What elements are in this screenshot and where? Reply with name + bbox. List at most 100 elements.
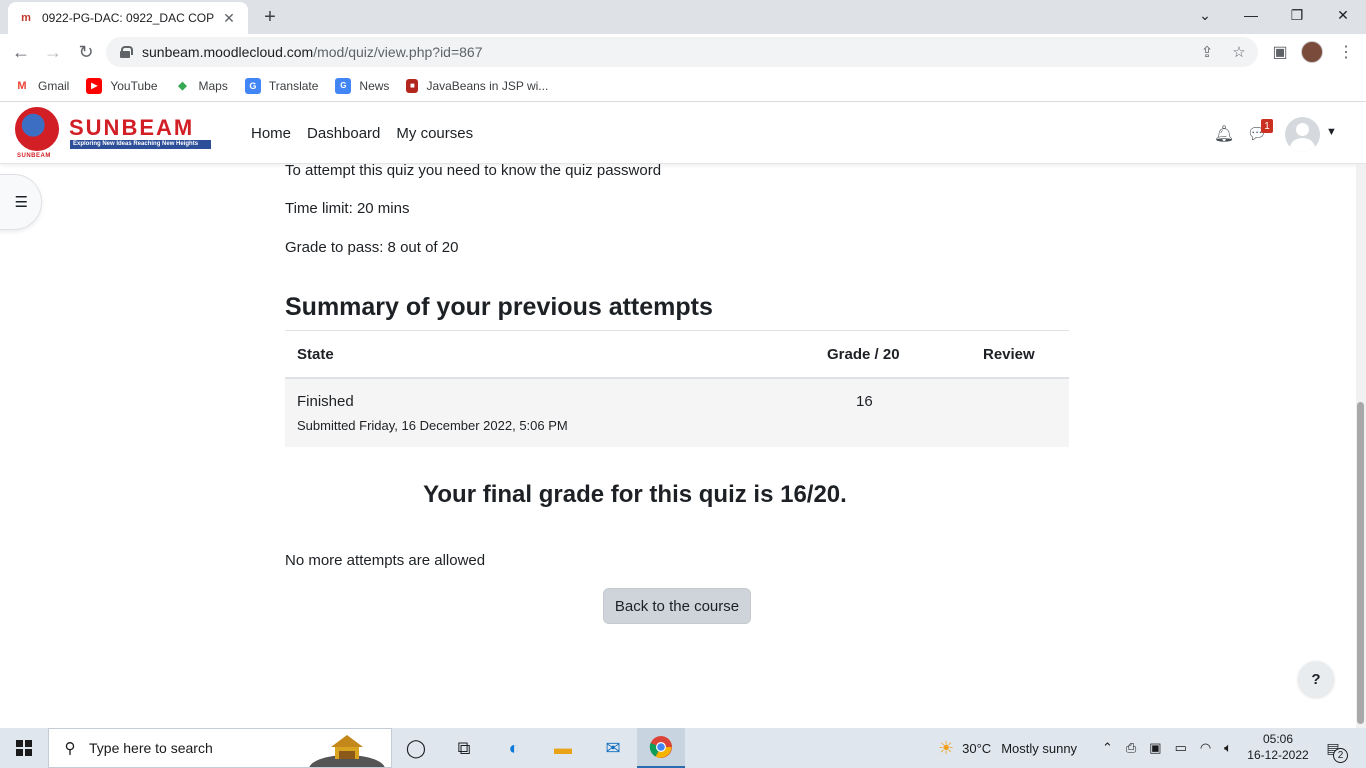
cortana-icon[interactable]: ◯ xyxy=(392,728,440,768)
logo-wordmark: SUNBEAM xyxy=(69,115,195,140)
webcam-icon[interactable]: ▣ xyxy=(1149,740,1161,756)
start-button[interactable] xyxy=(0,728,48,768)
bookmarks-bar: M Gmail ▶ YouTube ◆ Maps G Translate G N… xyxy=(0,70,1366,102)
youtube-icon: ▶ xyxy=(86,77,103,94)
weather-condition: Mostly sunny xyxy=(1001,740,1078,756)
bookmark-news[interactable]: G News xyxy=(335,77,389,94)
nav-dashboard[interactable]: Dashboard xyxy=(299,123,388,144)
maps-icon: ◆ xyxy=(178,80,187,92)
restore-button[interactable]: ❐ xyxy=(1274,0,1320,30)
clock-date: 16-12-2022 xyxy=(1247,748,1309,762)
url-host: sunbeam.moodlecloud.com xyxy=(142,44,314,60)
news-icon: G xyxy=(335,77,352,94)
browser-toolbar: ← → ↻ sunbeam.moodlecloud.com /mod/quiz/… xyxy=(0,34,1366,70)
bookmark-gmail[interactable]: M Gmail xyxy=(14,78,69,94)
mail-icon[interactable]: ✉ xyxy=(589,728,637,768)
task-view-icon[interactable]: ⧉ xyxy=(440,728,488,768)
column-header-review: Review xyxy=(983,346,1035,363)
bookmark-label: YouTube xyxy=(110,78,158,93)
bookmark-translate[interactable]: G Translate xyxy=(244,77,319,94)
user-menu-chevron-down-icon[interactable]: ▼ xyxy=(1326,126,1337,138)
no-more-attempts-text: No more attempts are allowed xyxy=(285,552,486,569)
final-grade-text: Your final grade for this quiz is 16/20. xyxy=(423,481,847,508)
gmail-icon: M xyxy=(17,79,27,92)
tab-search-chevron-icon[interactable]: ⌄ xyxy=(1182,0,1228,30)
sun-cloud-icon: ☀ xyxy=(938,737,955,758)
wifi-icon[interactable]: ◠ xyxy=(1200,740,1211,756)
meet-now-icon[interactable]: ⎙ xyxy=(1126,740,1136,756)
windows-taskbar: ⚲ Type here to search ◯ ⧉ ◐ ▬ ✉ ☀ 30°C M… xyxy=(0,728,1366,768)
menu-kebab-icon[interactable]: ⋮ xyxy=(1334,40,1358,64)
chrome-icon[interactable] xyxy=(637,728,685,768)
browser-profile-avatar[interactable] xyxy=(1301,41,1323,63)
bookmark-youtube[interactable]: ▶ YouTube xyxy=(86,77,158,94)
attempts-table: State Grade / 20 Review Finished Submitt… xyxy=(285,330,1069,447)
table-header-row: State Grade / 20 Review xyxy=(285,331,1069,379)
search-icon: ⚲ xyxy=(64,740,76,757)
bookmark-label: Maps xyxy=(198,78,228,93)
notification-count-badge: 2 xyxy=(1333,748,1348,763)
taskbar-search-box[interactable]: ⚲ Type here to search xyxy=(48,728,392,768)
site-navbar: SUNBEAM SUNBEAM Exploring New Ideas Reac… xyxy=(0,103,1366,164)
battery-icon[interactable]: ▭ xyxy=(1175,740,1187,756)
bookmark-javabeans[interactable]: ■ JavaBeans in JSP wi... xyxy=(406,78,548,93)
bookmark-label: Gmail xyxy=(38,78,70,93)
nav-home[interactable]: Home xyxy=(243,123,299,144)
logo-small-text: SUNBEAM xyxy=(17,153,51,159)
close-tab-icon[interactable]: ✕ xyxy=(220,9,238,27)
attempt-grade: 16 xyxy=(856,393,873,410)
side-panel-icon[interactable]: ▣ xyxy=(1268,40,1292,64)
clock-time: 05:06 xyxy=(1262,732,1294,746)
bookmark-maps[interactable]: ◆ Maps xyxy=(175,78,228,94)
help-button[interactable]: ? xyxy=(1298,661,1334,697)
sunbeam-logo[interactable]: SUNBEAM SUNBEAM Exploring New Ideas Reac… xyxy=(15,107,215,163)
logo-globe-icon xyxy=(15,107,59,151)
back-to-course-button[interactable]: Back to the course xyxy=(603,588,751,624)
back-arrow-icon[interactable]: ← xyxy=(8,39,34,65)
reload-icon[interactable]: ↻ xyxy=(73,39,99,65)
moodle-favicon-icon: m xyxy=(21,12,31,24)
browser-tab-active[interactable]: m 0922-PG-DAC: 0922_DAC COP In ✕ xyxy=(8,2,248,34)
new-tab-button[interactable]: + xyxy=(258,6,282,28)
weather-temperature: 30°C xyxy=(962,740,992,756)
list-icon: ☰ xyxy=(14,194,28,211)
user-avatar[interactable] xyxy=(1285,117,1320,152)
file-explorer-icon[interactable]: ▬ xyxy=(539,728,587,768)
bookmark-label: Translate xyxy=(268,78,319,93)
show-hidden-icons-chevron-up-icon[interactable]: ⌃ xyxy=(1102,740,1113,756)
search-placeholder: Type here to search xyxy=(89,740,213,756)
chrome-logo-icon xyxy=(649,736,672,758)
translate-icon: G xyxy=(244,77,261,94)
scrollbar-thumb[interactable] xyxy=(1357,402,1364,724)
address-bar[interactable]: sunbeam.moodlecloud.com /mod/quiz/view.p… xyxy=(106,37,1258,67)
browser-tab-strip: m 0922-PG-DAC: 0922_DAC COP In ✕ + ⌄ — ❐… xyxy=(0,0,1366,34)
course-index-toggle[interactable]: ☰ xyxy=(0,174,42,230)
quiz-time-limit: Time limit: 20 mins xyxy=(285,200,410,217)
quiz-grade-to-pass: Grade to pass: 8 out of 20 xyxy=(285,239,459,256)
minimize-button[interactable]: — xyxy=(1228,0,1274,30)
edge-icon[interactable]: ◐ xyxy=(490,728,538,768)
close-window-button[interactable]: ✕ xyxy=(1320,0,1366,30)
bookmark-site-icon: ■ xyxy=(406,78,419,93)
share-icon[interactable]: ⇪ xyxy=(1198,43,1216,61)
attempt-state: Finished xyxy=(297,393,354,410)
nav-my-courses[interactable]: My courses xyxy=(388,123,481,144)
bookmark-star-icon[interactable]: ☆ xyxy=(1230,43,1248,61)
attempt-submitted-date: Submitted Friday, 16 December 2022, 5:06… xyxy=(297,418,568,433)
primary-navigation: Home Dashboard My courses xyxy=(243,123,481,144)
tab-title: 0922-PG-DAC: 0922_DAC COP In xyxy=(42,11,214,25)
notifications-bell-icon[interactable]: 🔔︎ xyxy=(1213,123,1235,145)
lock-icon xyxy=(120,46,133,58)
search-highlight-art-icon xyxy=(309,735,385,767)
attempts-summary-heading: Summary of your previous attempts xyxy=(285,293,713,321)
taskbar-clock[interactable]: 05:06 16-12-2022 xyxy=(1240,731,1316,763)
system-tray: ⌃ ⎙ ▣ ▭ ◠ 🔈︎ xyxy=(1102,728,1232,768)
weather-widget[interactable]: ☀ 30°C Mostly sunny xyxy=(938,728,1077,768)
column-header-state: State xyxy=(297,346,334,363)
message-count-badge: 1 xyxy=(1261,119,1273,133)
logo-tagline: Exploring New Ideas Reaching New Heights xyxy=(70,140,211,149)
volume-icon[interactable]: 🔈︎ xyxy=(1224,740,1232,756)
quiz-password-note: To attempt this quiz you need to know th… xyxy=(285,162,662,179)
table-row: Finished Submitted Friday, 16 December 2… xyxy=(285,379,1069,447)
forward-arrow-icon[interactable]: → xyxy=(40,39,66,65)
